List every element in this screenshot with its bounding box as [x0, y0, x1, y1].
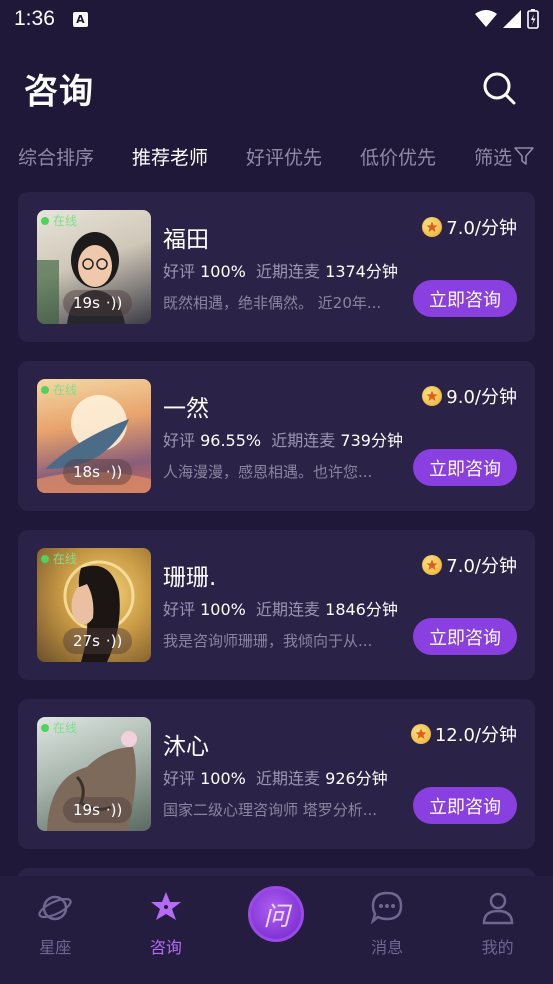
price: 7.0/分钟: [422, 552, 517, 578]
counselor-name: 一然: [163, 396, 209, 422]
nav-item-consult[interactable]: 咨询: [111, 876, 222, 984]
counselor-card[interactable]: 在线 18s ·)) 一然 9.0/分钟 好评 96.55% 近期连麦 739分钟…: [18, 361, 535, 511]
sound-wave-icon: ·)): [105, 801, 123, 819]
nav-item-constellation[interactable]: 星座: [0, 876, 111, 984]
consult-now-button[interactable]: 立即咨询: [413, 618, 517, 655]
status-icons: [475, 9, 539, 29]
sound-wave-icon: ·)): [105, 463, 123, 481]
nav-item-messages[interactable]: 消息: [332, 876, 443, 984]
filter-icon: [514, 147, 534, 165]
tab-low-price[interactable]: 低价优先: [360, 143, 436, 170]
signal-icon: [503, 10, 521, 28]
nav-label: 咨询: [149, 938, 182, 957]
ask-icon: 问: [248, 886, 305, 942]
star-icon: [150, 892, 181, 920]
avatar[interactable]: 在线 18s ·)): [37, 379, 151, 493]
tab-top-rated[interactable]: 好评优先: [246, 143, 322, 170]
counselor-card[interactable]: 在线 19s ·)) 福田 7.0/分钟 好评 100% 近期连麦 1374分钟 …: [18, 192, 535, 342]
avatar[interactable]: 在线 19s ·)): [37, 717, 151, 831]
consult-now-button[interactable]: 立即咨询: [413, 787, 517, 824]
online-badge: 在线: [41, 381, 77, 398]
nav-label: 消息: [371, 938, 404, 957]
page-header: 咨询: [0, 58, 553, 118]
counselor-name: 福田: [163, 227, 209, 253]
counselor-list: 在线 19s ·)) 福田 7.0/分钟 好评 100% 近期连麦 1374分钟 …: [18, 192, 535, 907]
battery-icon: [527, 9, 539, 29]
coin-icon: [410, 724, 431, 744]
planet-icon: [38, 895, 73, 921]
counselor-description: 既然相遇，绝非偶然。 近20年...: [163, 294, 382, 312]
consult-now-button[interactable]: 立即咨询: [413, 449, 517, 486]
counselor-card[interactable]: 在线 19s ·)) 沐心 12.0/分钟 好评 100% 近期连麦 926分钟 …: [18, 699, 535, 849]
counselor-stats: 好评 100% 近期连麦 1846分钟: [163, 600, 398, 619]
user-icon: [482, 892, 513, 925]
coin-icon: [422, 386, 443, 406]
counselor-stats: 好评 100% 近期连麦 1374分钟: [163, 262, 398, 281]
avatar[interactable]: 在线 19s ·)): [37, 210, 151, 324]
counselor-description: 国家二级心理咨询师 塔罗分析...: [163, 801, 378, 819]
consult-now-button[interactable]: 立即咨询: [413, 280, 517, 317]
price: 7.0/分钟: [422, 214, 517, 240]
status-time: 1:36: [14, 7, 55, 30]
voice-intro-button[interactable]: 19s ·)): [63, 290, 133, 316]
search-icon[interactable]: [481, 70, 517, 106]
status-bar: 1:36 A: [0, 0, 553, 38]
voice-intro-button[interactable]: 27s ·)): [63, 628, 133, 654]
avatar[interactable]: 在线 27s ·)): [37, 548, 151, 662]
filter-button[interactable]: 筛选: [474, 143, 534, 170]
counselor-description: 人海漫漫，感恩相遇。也许您...: [163, 463, 373, 481]
sound-wave-icon: ·)): [105, 294, 123, 312]
online-badge: 在线: [41, 719, 77, 736]
voice-intro-button[interactable]: 18s ·)): [63, 459, 133, 485]
tab-recommended[interactable]: 推荐老师: [132, 143, 208, 170]
sound-wave-icon: ·)): [105, 632, 123, 650]
chat-icon: [370, 891, 403, 925]
counselor-stats: 好评 100% 近期连麦 926分钟: [163, 769, 388, 788]
online-badge: 在线: [41, 212, 77, 229]
bottom-nav: 星座 咨询 问 消息 我的: [0, 876, 553, 984]
nav-item-profile[interactable]: 我的: [442, 876, 553, 984]
price: 9.0/分钟: [422, 383, 517, 409]
counselor-name: 沐心: [163, 734, 209, 760]
coin-icon: [422, 555, 443, 575]
page-title: 咨询: [24, 71, 94, 112]
nav-item-ask[interactable]: 问: [221, 876, 332, 984]
filter-label: 筛选: [474, 146, 513, 169]
nav-label: 我的: [481, 938, 514, 957]
wifi-icon: [475, 10, 497, 27]
nav-label: 星座: [39, 938, 72, 957]
counselor-name: 珊珊.: [163, 565, 217, 591]
price: 12.0/分钟: [410, 721, 517, 747]
tab-comprehensive[interactable]: 综合排序: [18, 143, 94, 170]
online-badge: 在线: [41, 550, 77, 567]
sort-tabs: 综合排序 推荐老师 好评优先 低价优先 筛选: [0, 136, 553, 176]
counselor-description: 我是咨询师珊珊，我倾向于从...: [163, 632, 373, 650]
counselor-card[interactable]: 在线 27s ·)) 珊珊. 7.0/分钟 好评 100% 近期连麦 1846分钟…: [18, 530, 535, 680]
counselor-stats: 好评 96.55% 近期连麦 739分钟: [163, 431, 403, 450]
notification-icon: A: [72, 11, 88, 27]
voice-intro-button[interactable]: 19s ·)): [63, 797, 133, 823]
coin-icon: [422, 217, 443, 237]
